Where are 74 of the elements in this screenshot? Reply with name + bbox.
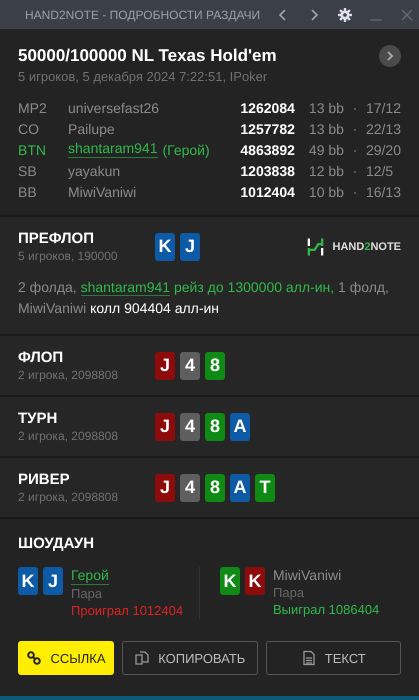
player-name: universefast26 <box>68 99 160 118</box>
settings-icon[interactable] <box>337 6 354 22</box>
playing-card: 4 <box>180 412 200 440</box>
text-button[interactable]: ТЕКСТ <box>266 641 401 675</box>
showdown-title: ШОУДАУН <box>18 535 94 552</box>
logo-icon <box>306 236 325 258</box>
player-position: CO <box>18 120 40 139</box>
playing-card: K <box>220 567 240 595</box>
playing-card: K <box>245 567 265 595</box>
player-position: MP2 <box>18 99 48 118</box>
street-info: 5 игроков, 190000 <box>18 249 119 263</box>
playing-card: J <box>155 352 175 380</box>
playing-card: T <box>255 474 275 502</box>
hero-label: (Герой) <box>162 141 210 160</box>
street-info: 2 игрока, 2098808 <box>18 429 120 443</box>
player-name[interactable]: shantaram941 <box>68 140 158 158</box>
playing-card: 8 <box>205 352 225 380</box>
playing-card: K <box>155 232 175 260</box>
player-stats: 12/5 <box>366 162 394 181</box>
player-bb: 13 bb <box>308 99 344 118</box>
hand-info: 5 игроков, 5 декабря 2024 7:22:51, IPoker <box>18 69 268 84</box>
result-text: Выиграл 1086404 <box>273 601 380 618</box>
document-icon <box>300 650 317 666</box>
player-stack: 1203838 <box>240 162 295 181</box>
player-position: BB <box>18 183 38 202</box>
player-position: BTN <box>18 141 47 160</box>
player-stack: 1257782 <box>240 120 295 139</box>
street-info: 2 игрока, 2098808 <box>18 490 120 504</box>
player-stack: 1262084 <box>240 99 295 118</box>
playing-card: 4 <box>180 474 200 502</box>
street-title: ТУРН <box>18 410 58 427</box>
playing-card: A <box>230 474 250 502</box>
player-link[interactable]: shantaram941 <box>80 279 170 296</box>
playing-card: 8 <box>205 474 225 502</box>
playing-card: J <box>43 567 63 595</box>
player-stats: 29/20 <box>366 141 401 160</box>
forward-button-icon[interactable] <box>379 45 401 67</box>
player-name: MiwiVaniwi <box>273 567 342 584</box>
hand-rank: Пара <box>273 584 304 601</box>
playing-card: J <box>155 474 175 502</box>
player-name[interactable]: Герой <box>71 567 109 585</box>
playing-card: K <box>18 567 38 595</box>
player-name: Pailupe <box>68 120 115 139</box>
copy-button[interactable]: КОПИРОВАТЬ <box>122 641 258 675</box>
link-button[interactable]: ССЫЛКА <box>18 641 114 675</box>
street-title: РИВЕР <box>18 471 71 488</box>
playing-card: J <box>180 232 200 260</box>
player-position: SB <box>18 162 38 181</box>
result-text: Проиграл 1012404 <box>71 602 184 619</box>
player-stats: 22/13 <box>366 120 401 139</box>
player-stats: 16/13 <box>366 183 401 202</box>
player-stack: 1012404 <box>240 183 295 202</box>
chain-icon <box>26 650 42 666</box>
player-bb: 13 bb <box>308 120 344 139</box>
player-stats: 17/12 <box>366 99 401 118</box>
window-title: HAND2NOTE - ПОДРОБНОСТИ РАЗДАЧИ <box>25 8 260 22</box>
street-title: ПРЕФЛОП <box>18 230 95 247</box>
game-title: 50000/100000 NL Texas Hold'em <box>18 46 277 66</box>
player-bb: 49 bb <box>308 141 344 160</box>
player-bb: 10 bb <box>308 183 344 202</box>
hand-rank: Пара <box>71 585 102 602</box>
playing-card: J <box>155 412 175 440</box>
action-description: 2 фолда, shantaram941 рейз до 1300000 алл-ин, 1 фолд, MiwiVaniwi колл 904404 алл-ин <box>18 278 390 318</box>
street-title: ФЛОП <box>18 349 64 366</box>
player-stack: 4863892 <box>240 141 295 160</box>
playing-card: A <box>230 412 250 440</box>
player-bb: 12 bb <box>308 162 344 181</box>
copy-icon <box>134 650 150 666</box>
logo-text: HAND2NOTE <box>332 240 401 252</box>
player-name: MiwiVaniwi <box>68 183 136 202</box>
playing-card: 8 <box>205 412 225 440</box>
playing-card: 4 <box>180 352 200 380</box>
street-info: 2 игрока, 2098808 <box>18 368 120 382</box>
player-name: yayakun <box>68 162 120 181</box>
